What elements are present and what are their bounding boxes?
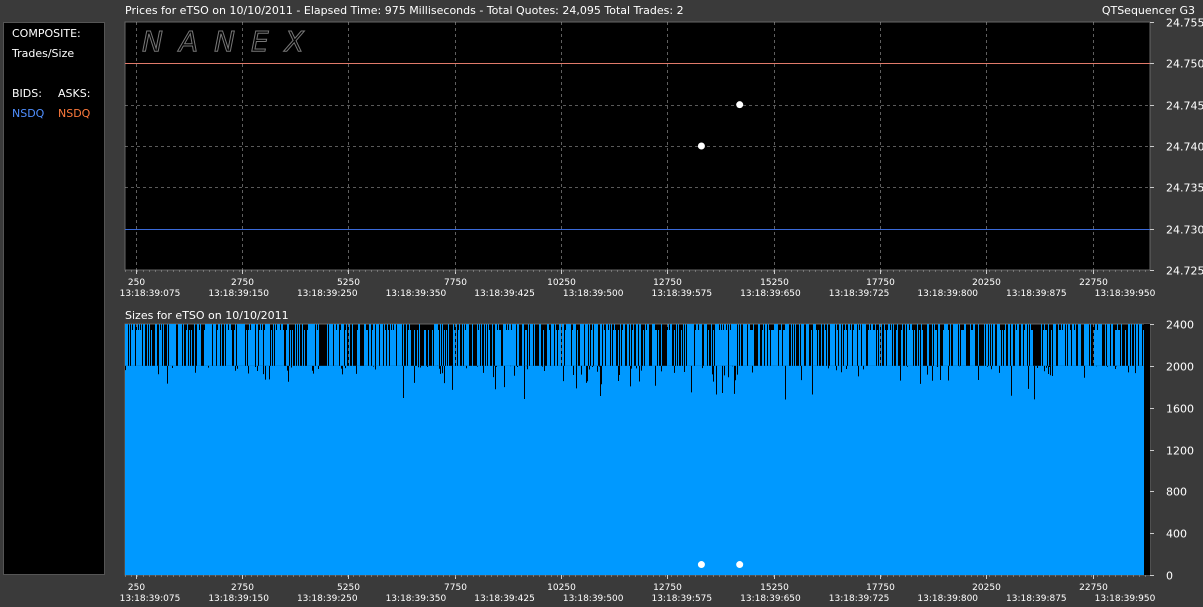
price-y-tick-label: 24.745 <box>1166 100 1203 113</box>
price-x-time-tick: 13:18:39:875 <box>1006 289 1067 299</box>
quote-charts: 250 2750 5250 7750 10250 12750 15250 17750 20250… <box>120 17 1203 605</box>
price-y-tick-label: 24.750 <box>1166 58 1203 71</box>
price-x-time-tick: 13:18:39:500 <box>563 289 624 299</box>
size-x-time-tick: 13:18:39:725 <box>829 594 890 604</box>
price-x-seq-tick: 5250 <box>337 278 360 288</box>
price-y-tick-label: 24.735 <box>1166 182 1203 195</box>
size-x-seq-tick: 7750 <box>444 583 467 593</box>
size-x-time-tick: 13:18:39:650 <box>740 594 801 604</box>
size-x-seq-tick: 20250 <box>972 583 1001 593</box>
size-y-tick-label: 2000 <box>1166 361 1194 374</box>
price-y-tick-label: 24.740 <box>1166 141 1203 154</box>
size-x-time-tick: 13:18:39:950 <box>1095 594 1156 604</box>
size-y-tick-label: 800 <box>1166 486 1187 499</box>
size-x-seq-tick: 250 <box>128 583 145 593</box>
price-y-tick-label: 24.730 <box>1166 224 1203 237</box>
size-right-gap <box>1144 324 1150 575</box>
size-x-seq-tick: 15250 <box>760 583 789 593</box>
price-y-tick-label: 24.725 <box>1166 265 1203 278</box>
size-x-time-tick: 13:18:39:425 <box>474 594 535 604</box>
price-x-time-tick: 13:18:39:725 <box>829 289 890 299</box>
price-x-seq-tick: 20250 <box>972 278 1001 288</box>
size-x-seq-tick: 5250 <box>337 583 360 593</box>
price-plot-area <box>124 21 1151 271</box>
size-x-time-tick: 13:18:39:075 <box>120 594 181 604</box>
price-x-time-tick: 13:18:39:800 <box>917 289 978 299</box>
price-x-seq-tick: 17750 <box>866 278 895 288</box>
size-x-seq-tick: 10250 <box>547 583 576 593</box>
price-x-time-tick: 13:18:39:250 <box>297 289 358 299</box>
size-x-time-tick: 13:18:39:875 <box>1006 594 1067 604</box>
size-x-seq-tick: 2750 <box>231 583 254 593</box>
price-x-time-tick: 13:18:39:425 <box>474 289 535 299</box>
price-x-time-tick: 13:18:39:950 <box>1095 289 1156 299</box>
size-area <box>125 365 1144 575</box>
price-x-seq-tick: 2750 <box>231 278 254 288</box>
price-x-time-tick: 13:18:39:075 <box>120 289 181 299</box>
size-x-seq-tick: 22750 <box>1079 583 1108 593</box>
price-x-seq-tick: 22750 <box>1079 278 1108 288</box>
size-y-tick-label: 1200 <box>1166 445 1194 458</box>
price-x-seq-tick: 7750 <box>444 278 467 288</box>
size-y-tick-label: 0 <box>1166 570 1173 583</box>
size-x-time-tick: 13:18:39:800 <box>917 594 978 604</box>
size-x-time-tick: 13:18:39:250 <box>297 594 358 604</box>
size-x-time-tick: 13:18:39:575 <box>651 594 712 604</box>
trade-size-point <box>736 561 744 569</box>
price-x-seq-tick: 12750 <box>653 278 682 288</box>
size-y-tick-label: 2400 <box>1166 319 1194 332</box>
nanex-watermark: NANEX <box>142 25 320 58</box>
trade-point <box>736 101 744 109</box>
price-x-time-tick: 13:18:39:575 <box>651 289 712 299</box>
size-x-time-tick: 13:18:39:150 <box>208 594 269 604</box>
size-y-tick-label: 400 <box>1166 528 1187 541</box>
price-x-time-tick: 13:18:39:150 <box>208 289 269 299</box>
size-y-tick-label: 1600 <box>1166 403 1194 416</box>
price-x-time-tick: 13:18:39:350 <box>386 289 447 299</box>
price-x-seq-tick: 15250 <box>760 278 789 288</box>
size-x-seq-tick: 17750 <box>866 583 895 593</box>
trade-point <box>697 142 705 150</box>
trade-size-point <box>697 561 705 569</box>
size-x-seq-tick: 12750 <box>653 583 682 593</box>
price-x-time-tick: 13:18:39:650 <box>740 289 801 299</box>
size-x-time-tick: 13:18:39:350 <box>386 594 447 604</box>
price-x-seq-tick: 250 <box>128 278 145 288</box>
price-x-seq-tick: 10250 <box>547 278 576 288</box>
price-y-tick-label: 24.755 <box>1166 17 1203 30</box>
size-x-time-tick: 13:18:39:500 <box>563 594 624 604</box>
